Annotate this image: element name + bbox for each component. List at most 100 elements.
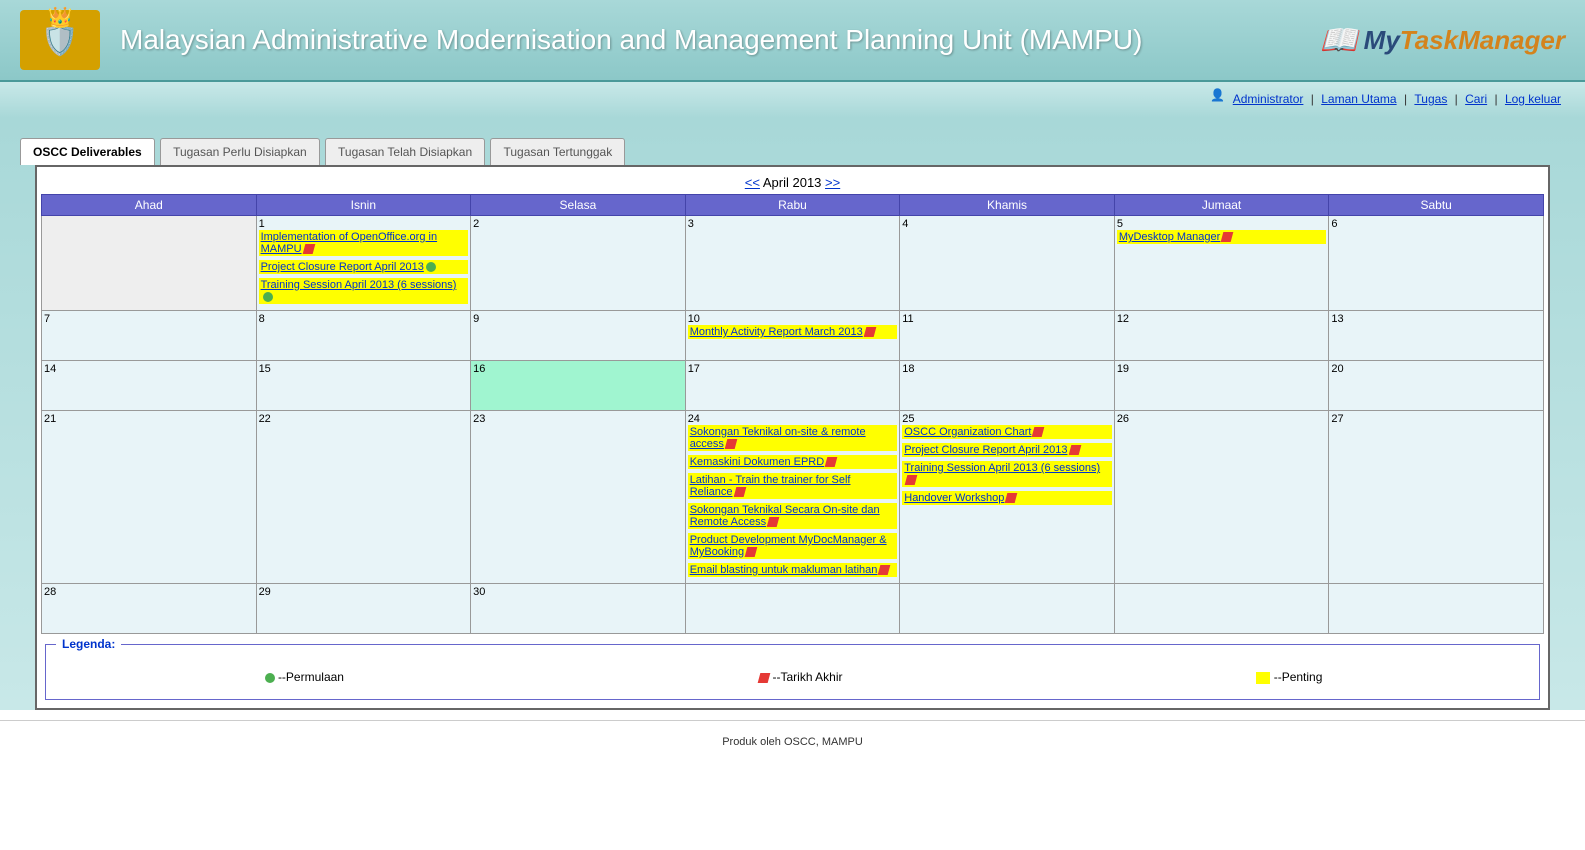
day-cell[interactable]: 5 MyDesktop Manager — [1114, 216, 1329, 311]
tab-todo[interactable]: Tugasan Perlu Disiapkan — [160, 138, 320, 165]
month-label: April 2013 — [763, 175, 822, 190]
day-cell[interactable]: 22 — [256, 411, 471, 584]
day-cell[interactable]: 25 OSCC Organization Chart Project Closu… — [900, 411, 1115, 584]
legend-title: Legenda: — [56, 637, 121, 651]
day-cell[interactable]: 21 — [42, 411, 257, 584]
event-link[interactable]: Implementation of OpenOffice.org in MAMP… — [261, 231, 438, 255]
day-cell[interactable]: 12 — [1114, 311, 1329, 361]
flag-end-icon — [1032, 427, 1045, 437]
col-sat: Sabtu — [1329, 195, 1544, 216]
flag-start-icon — [263, 292, 273, 302]
flag-end-icon — [302, 244, 315, 254]
tab-oscc[interactable]: OSCC Deliverables — [20, 138, 155, 165]
day-cell[interactable] — [42, 216, 257, 311]
event-link[interactable]: Project Closure Report April 2013 — [904, 444, 1067, 456]
day-cell[interactable]: 11 — [900, 311, 1115, 361]
book-icon: 📖 — [1320, 23, 1357, 58]
header: 🛡️ Malaysian Administrative Modernisatio… — [0, 0, 1585, 82]
day-cell[interactable]: 18 — [900, 361, 1115, 411]
col-wed: Rabu — [685, 195, 900, 216]
flag-end-icon — [733, 487, 746, 497]
event-link[interactable]: Project Closure Report April 2013 — [261, 261, 424, 273]
crest-logo: 🛡️ — [20, 10, 100, 70]
day-cell[interactable]: 1 Implementation of OpenOffice.org in MA… — [256, 216, 471, 311]
day-cell[interactable]: 30 — [471, 584, 686, 634]
event-link[interactable]: OSCC Organization Chart — [904, 426, 1031, 438]
app-logo: 📖 MyTaskManager — [1320, 23, 1565, 58]
user-icon: 👤 — [1201, 88, 1225, 112]
flag-end-icon — [767, 517, 780, 527]
flag-start-icon — [426, 262, 436, 272]
day-cell[interactable]: 14 — [42, 361, 257, 411]
footer: Produk oleh OSCC, MAMPU — [0, 720, 1585, 763]
day-cell-today[interactable]: 16 — [471, 361, 686, 411]
event-link[interactable]: Training Session April 2013 (6 sessions) — [261, 279, 457, 291]
day-cell[interactable]: 8 — [256, 311, 471, 361]
event-link[interactable]: Latihan - Train the trainer for Self Rel… — [690, 474, 851, 498]
logo-manager: Manager — [1458, 25, 1565, 55]
day-cell[interactable]: 17 — [685, 361, 900, 411]
flag-end-icon — [758, 673, 771, 683]
event-link[interactable]: Sokongan Teknikal Secara On-site dan Rem… — [690, 504, 880, 528]
flag-end-icon — [878, 565, 891, 575]
day-cell[interactable]: 29 — [256, 584, 471, 634]
event-link[interactable]: Monthly Activity Report March 2013 — [690, 326, 863, 338]
calendar-grid: Ahad Isnin Selasa Rabu Khamis Jumaat Sab… — [41, 194, 1544, 634]
day-cell[interactable]: 20 — [1329, 361, 1544, 411]
flag-end-icon — [725, 439, 738, 449]
important-swatch — [1256, 672, 1270, 684]
day-cell[interactable]: 7 — [42, 311, 257, 361]
col-fri: Jumaat — [1114, 195, 1329, 216]
flag-end-icon — [905, 475, 918, 485]
event-link[interactable]: Training Session April 2013 (6 sessions) — [904, 462, 1100, 474]
day-cell[interactable]: 19 — [1114, 361, 1329, 411]
day-cell[interactable] — [1329, 584, 1544, 634]
next-month[interactable]: >> — [825, 175, 840, 190]
flag-end-icon — [825, 457, 838, 467]
event-link[interactable]: Product Development MyDocManager & MyBoo… — [690, 534, 887, 558]
day-cell[interactable]: 13 — [1329, 311, 1544, 361]
user-bar: 👤 Administrator | Laman Utama | Tugas | … — [0, 82, 1585, 118]
legend-start: --Permulaan — [263, 670, 344, 684]
day-cell[interactable]: 9 — [471, 311, 686, 361]
day-cell[interactable]: 6 — [1329, 216, 1544, 311]
day-number: 1 — [259, 218, 469, 230]
tab-overdue[interactable]: Tugasan Tertunggak — [490, 138, 625, 165]
day-cell[interactable] — [1114, 584, 1329, 634]
day-cell[interactable]: 28 — [42, 584, 257, 634]
day-cell[interactable]: 2 — [471, 216, 686, 311]
day-cell[interactable]: 3 — [685, 216, 900, 311]
event-link[interactable]: Sokongan Teknikal on-site & remote acces… — [690, 426, 866, 450]
flag-end-icon — [1068, 445, 1081, 455]
col-mon: Isnin — [256, 195, 471, 216]
link-admin[interactable]: Administrator — [1233, 92, 1304, 106]
day-cell[interactable] — [900, 584, 1115, 634]
event-link[interactable]: Handover Workshop — [904, 492, 1004, 504]
tab-done[interactable]: Tugasan Telah Disiapkan — [325, 138, 485, 165]
link-search[interactable]: Cari — [1465, 92, 1487, 106]
col-sun: Ahad — [42, 195, 257, 216]
logo-my: My — [1364, 25, 1400, 55]
day-cell[interactable] — [685, 584, 900, 634]
day-cell[interactable]: 24 Sokongan Teknikal on-site & remote ac… — [685, 411, 900, 584]
day-cell[interactable]: 15 — [256, 361, 471, 411]
day-cell[interactable]: 27 — [1329, 411, 1544, 584]
prev-month[interactable]: << — [745, 175, 760, 190]
link-home[interactable]: Laman Utama — [1321, 92, 1396, 106]
day-cell[interactable]: 10 Monthly Activity Report March 2013 — [685, 311, 900, 361]
link-logout[interactable]: Log keluar — [1505, 92, 1561, 106]
page-title: Malaysian Administrative Modernisation a… — [120, 24, 1320, 56]
calendar-panel: << April 2013 >> Ahad Isnin Selasa Rabu … — [35, 165, 1550, 710]
day-cell[interactable]: 23 — [471, 411, 686, 584]
col-thu: Khamis — [900, 195, 1115, 216]
flag-end-icon — [1221, 232, 1234, 242]
day-cell[interactable]: 26 — [1114, 411, 1329, 584]
col-tue: Selasa — [471, 195, 686, 216]
day-cell[interactable]: 4 — [900, 216, 1115, 311]
legend-box: Legenda: --Permulaan --Tarikh Akhir --Pe… — [45, 644, 1540, 700]
flag-end-icon — [745, 547, 758, 557]
link-tasks[interactable]: Tugas — [1414, 92, 1447, 106]
event-link[interactable]: Kemaskini Dokumen EPRD — [690, 456, 825, 468]
event-link[interactable]: MyDesktop Manager — [1119, 231, 1221, 243]
event-link[interactable]: Email blasting untuk makluman latihan — [690, 564, 878, 576]
